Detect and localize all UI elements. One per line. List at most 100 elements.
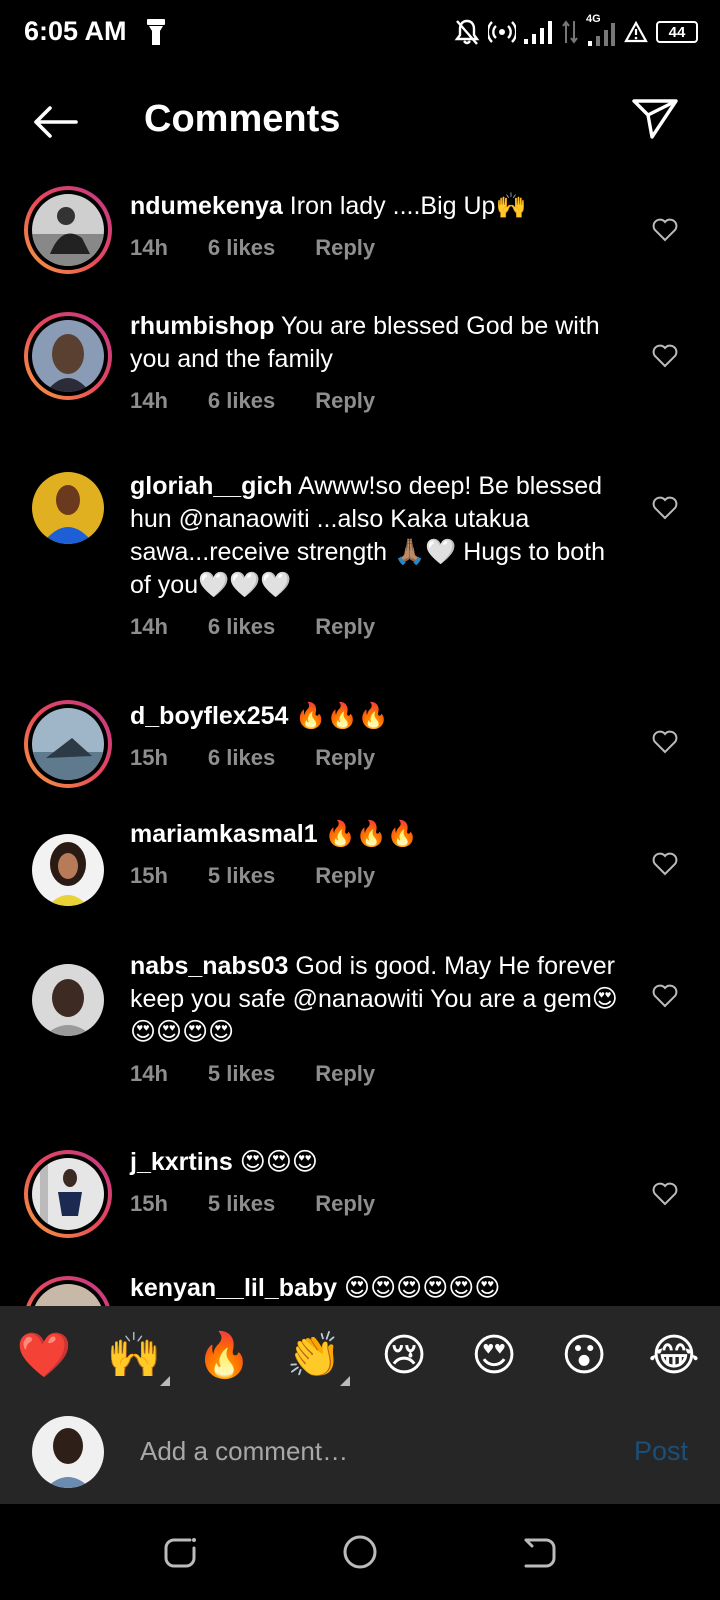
comment-body: d_boyflex254 🔥🔥🔥 15h 6 likes Reply	[130, 700, 620, 771]
signal-icon-sim1	[524, 21, 552, 44]
heart-icon[interactable]	[652, 984, 678, 1008]
emoji-clap-button[interactable]: 👏	[284, 1326, 344, 1386]
send-icon[interactable]	[630, 96, 680, 142]
heart-icon[interactable]	[652, 344, 678, 368]
comment-body: rhumbishop You are blessed God be with y…	[130, 310, 620, 414]
comment-text: 🔥🔥🔥	[324, 820, 418, 848]
comment-username[interactable]: mariamkasmal1	[130, 820, 318, 848]
comment-username[interactable]: rhumbishop	[130, 312, 274, 340]
status-icons: 4G 44	[454, 13, 698, 48]
back-nav-icon[interactable]	[520, 1532, 560, 1572]
signal-icon-sim2: 4G	[586, 13, 616, 47]
comment-text: 🔥🔥🔥	[295, 702, 389, 730]
comment-text: Iron lady ....Big Up🙌	[289, 192, 527, 220]
my-avatar	[32, 1416, 104, 1488]
comment-body: nabs_nabs03 God is good. May He forever …	[130, 950, 620, 1087]
comment-body: kenyan__lil_baby 😍😍😍😍😍😍	[130, 1272, 620, 1305]
system-nav-bar	[0, 1504, 720, 1600]
mute-bell-icon	[454, 19, 480, 45]
avatar	[32, 1158, 104, 1230]
reply-button[interactable]: Reply	[315, 388, 375, 414]
reply-button[interactable]: Reply	[315, 1061, 375, 1087]
comment-username[interactable]: d_boyflex254	[130, 702, 288, 730]
post-button[interactable]: Post	[634, 1436, 688, 1467]
comment-likes[interactable]: 6 likes	[208, 235, 275, 261]
heart-icon[interactable]	[652, 1182, 678, 1206]
comment-username[interactable]: ndumekenya	[130, 192, 283, 220]
comment-text: 😍😍😍	[239, 1148, 318, 1176]
comment-time: 14h	[130, 614, 168, 639]
comment-time: 15h	[130, 863, 168, 888]
avatar-story-ring[interactable]	[24, 186, 112, 274]
comment-text: 😍😍😍😍😍😍	[344, 1274, 501, 1302]
emoji-clap-wrap: 👏	[284, 1326, 350, 1386]
comment-likes[interactable]: 5 likes	[208, 1061, 275, 1087]
avatar-story-ring[interactable]	[24, 1276, 112, 1308]
comment-likes[interactable]: 6 likes	[208, 745, 275, 771]
battery-icon: 44	[656, 21, 698, 43]
avatar	[32, 708, 104, 780]
comment-likes[interactable]: 5 likes	[208, 1191, 275, 1217]
header: Comments	[0, 80, 720, 164]
battery-level: 44	[668, 23, 686, 41]
comment-body: mariamkasmal1 🔥🔥🔥 15h 5 likes Reply	[130, 818, 620, 889]
status-time: 6:05 AM	[24, 16, 127, 46]
home-icon[interactable]	[340, 1532, 380, 1572]
hotspot-icon	[488, 21, 516, 43]
comment-input[interactable]	[140, 1424, 590, 1478]
reply-button[interactable]: Reply	[315, 863, 375, 889]
comment-likes[interactable]: 5 likes	[208, 863, 275, 889]
emoji-surprised-button[interactable]: 😮	[554, 1326, 614, 1386]
comment-input-row: Post	[0, 1402, 720, 1504]
emoji-bar: ❤️ 🙌 🔥 👏 😢 😍 😮 😂	[0, 1306, 720, 1402]
comment-username[interactable]: gloriah__gich	[130, 472, 293, 500]
page-title: Comments	[144, 98, 341, 140]
reply-button[interactable]: Reply	[315, 1191, 375, 1217]
emoji-raising-hands-button[interactable]: 🙌	[104, 1326, 164, 1386]
reply-button[interactable]: Reply	[315, 235, 375, 261]
flashlight-icon	[147, 19, 165, 45]
comment-time: 14h	[130, 235, 168, 260]
comment-body: j_kxrtins 😍😍😍 15h 5 likes Reply	[130, 1146, 620, 1217]
comment-body: ndumekenya Iron lady ....Big Up🙌 14h 6 l…	[130, 190, 620, 261]
comments-screen: 6:05 AM 4G 44 Comments ndumekenya Iron l…	[0, 0, 720, 1600]
data-arrows-icon	[562, 20, 578, 44]
avatar[interactable]	[32, 964, 104, 1036]
comment-time: 14h	[130, 388, 168, 413]
comment-likes[interactable]: 6 likes	[208, 388, 275, 414]
avatar-story-ring[interactable]	[24, 312, 112, 400]
comments-list[interactable]: ndumekenya Iron lady ....Big Up🙌 14h 6 l…	[0, 168, 720, 1308]
avatar-story-ring[interactable]	[24, 1150, 112, 1238]
skin-tone-indicator-icon	[160, 1376, 170, 1386]
recent-apps-icon[interactable]	[160, 1532, 200, 1572]
avatar[interactable]	[32, 834, 104, 906]
heart-icon[interactable]	[652, 730, 678, 754]
back-arrow-icon[interactable]	[30, 102, 82, 142]
comment-composer: ❤️ 🙌 🔥 👏 😢 😍 😮 😂 Post	[0, 1306, 720, 1504]
avatar[interactable]	[32, 472, 104, 544]
emoji-raising-hands-wrap: 🙌	[104, 1326, 170, 1386]
avatar	[32, 194, 104, 266]
comment-time: 15h	[130, 1191, 168, 1216]
comment-username[interactable]: kenyan__lil_baby	[130, 1274, 337, 1302]
comment-likes[interactable]: 6 likes	[208, 614, 275, 640]
avatar-story-ring[interactable]	[24, 700, 112, 788]
comment-time: 14h	[130, 1061, 168, 1086]
heart-icon[interactable]	[652, 496, 678, 520]
status-bar: 6:05 AM 4G 44	[0, 0, 720, 64]
skin-tone-indicator-icon	[340, 1376, 350, 1386]
reply-button[interactable]: Reply	[315, 745, 375, 771]
heart-icon[interactable]	[652, 852, 678, 876]
emoji-fire-button[interactable]: 🔥	[194, 1326, 254, 1386]
reply-button[interactable]: Reply	[315, 614, 375, 640]
comment-time: 15h	[130, 745, 168, 770]
avatar	[32, 1284, 104, 1308]
comment-username[interactable]: nabs_nabs03	[130, 952, 288, 980]
heart-icon[interactable]	[652, 218, 678, 242]
emoji-heart-button[interactable]: ❤️	[14, 1326, 74, 1386]
emoji-crying-button[interactable]: 😢	[374, 1326, 434, 1386]
emoji-heart-eyes-button[interactable]: 😍	[464, 1326, 524, 1386]
emoji-laughing-button[interactable]: 😂	[644, 1326, 704, 1386]
avatar	[32, 320, 104, 392]
comment-username[interactable]: j_kxrtins	[130, 1148, 233, 1176]
